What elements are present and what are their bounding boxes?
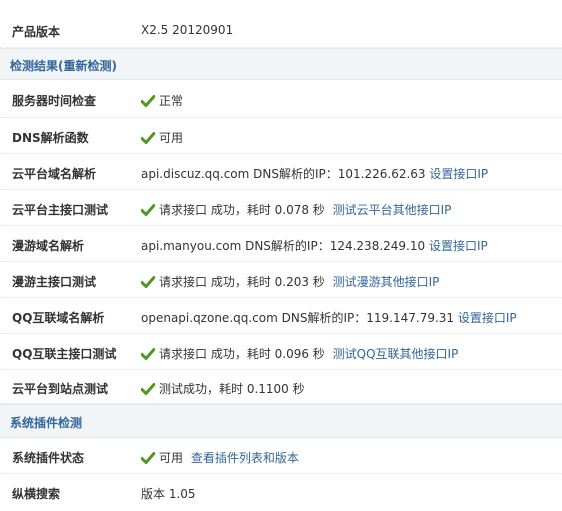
server-time-text: 正常 [159,94,184,108]
manyou-api-text: 请求接口 成功，耗时 0.203 秒 [159,275,325,289]
manyou-set-ip-link[interactable]: 设置接口IP [429,239,488,253]
plugin-status-label: 系统插件状态 [12,451,85,465]
cloud-api-value: 请求接口 成功，耗时 0.078 秒 测试云平台其他接口IP [141,201,451,218]
cloud-set-ip-link[interactable]: 设置接口IP [429,167,488,181]
row-qq-api: QQ互联主接口测试 请求接口 成功，耗时 0.096 秒 测试QQ互联其他接口I… [0,334,562,370]
qq-set-ip-link[interactable]: 设置接口IP [458,311,517,325]
qq-dns-host: openapi.qzone.qq.com [141,311,278,325]
site-test-value: 测试成功，耗时 0.1100 秒 [141,380,305,397]
qq-dns-ip: DNS解析的IP：119.147.79.31 [281,311,455,325]
row-cloud-dns: 云平台域名解析 api.discuz.qq.com DNS解析的IP：101.2… [0,154,562,190]
row-cloud-api: 云平台主接口测试 请求接口 成功，耗时 0.078 秒 测试云平台其他接口IP [0,190,562,226]
row-plugin-status: 系统插件状态 可用 查看插件列表和版本 [0,438,562,474]
row-manyou-dns: 漫游域名解析 api.manyou.com DNS解析的IP：124.238.2… [0,226,562,262]
qq-api-label: QQ互联主接口测试 [12,347,117,361]
cloud-dns-label: 云平台域名解析 [12,167,97,181]
qq-api-value: 请求接口 成功，耗时 0.096 秒 测试QQ互联其他接口IP [141,345,458,362]
version-value: X2.5 20120901 [141,23,234,37]
check-icon [141,348,155,360]
manyou-dns-label: 漫游域名解析 [12,239,85,253]
qq-dns-value: openapi.qzone.qq.com DNS解析的IP：119.147.79… [141,309,517,326]
check-icon [141,95,155,107]
section-check-results: 检测结果(重新检测) [0,48,562,80]
version-label: 产品版本 [12,25,61,39]
row-version: 产品版本 X2.5 20120901 [0,12,562,48]
section-plugin-title: 系统插件检测 [10,416,83,430]
qq-api-text: 请求接口 成功，耗时 0.096 秒 [159,347,325,361]
check-icon [141,276,155,288]
search-value: 版本 1.05 [141,487,196,501]
manyou-dns-host: api.manyou.com [141,239,242,253]
manyou-dns-ip: DNS解析的IP：124.238.249.10 [245,239,426,253]
cloud-api-text: 请求接口 成功，耗时 0.078 秒 [159,203,325,217]
search-label: 纵横搜索 [12,487,61,501]
row-manyou-api: 漫游主接口测试 请求接口 成功，耗时 0.203 秒 测试漫游其他接口IP [0,262,562,298]
manyou-dns-value: api.manyou.com DNS解析的IP：124.238.249.10 设… [141,237,488,254]
check-icon [141,132,155,144]
cloud-dns-ip: DNS解析的IP：101.226.62.63 [253,167,426,181]
server-time-label: 服务器时间检查 [12,94,97,108]
cloud-dns-host: api.discuz.qq.com [141,167,250,181]
plugin-list-link[interactable]: 查看插件列表和版本 [191,451,299,465]
section-plugin-check: 系统插件检测 [0,404,562,438]
section-check-title[interactable]: 检测结果(重新检测) [10,57,117,74]
plugin-status-text: 可用 [159,451,184,465]
cloud-api-label: 云平台主接口测试 [12,203,109,217]
row-site-test: 云平台到站点测试 测试成功，耗时 0.1100 秒 [0,370,562,404]
qq-test-other-link[interactable]: 测试QQ互联其他接口IP [333,347,459,361]
row-dns-func: DNS解析函数 可用 [0,118,562,154]
site-test-text: 测试成功，耗时 0.1100 秒 [159,382,305,396]
dns-func-value: 可用 [141,129,183,146]
dns-func-text: 可用 [159,131,184,145]
row-qq-dns: QQ互联域名解析 openapi.qzone.qq.com DNS解析的IP：1… [0,298,562,334]
site-test-label: 云平台到站点测试 [12,382,109,396]
cloud-test-other-link[interactable]: 测试云平台其他接口IP [333,203,452,217]
row-search: 纵横搜索 版本 1.05 [0,474,562,510]
check-icon [141,204,155,216]
manyou-test-other-link[interactable]: 测试漫游其他接口IP [333,275,440,289]
plugin-status-value: 可用 查看插件列表和版本 [141,449,299,466]
manyou-api-value: 请求接口 成功，耗时 0.203 秒 测试漫游其他接口IP [141,273,439,290]
row-server-time: 服务器时间检查 正常 [0,80,562,118]
cloud-dns-value: api.discuz.qq.com DNS解析的IP：101.226.62.63… [141,165,488,182]
dns-func-label: DNS解析函数 [12,131,89,145]
manyou-api-label: 漫游主接口测试 [12,275,97,289]
qq-dns-label: QQ互联域名解析 [12,311,105,325]
check-icon [141,452,155,464]
check-icon [141,383,155,395]
server-time-value: 正常 [141,92,183,109]
